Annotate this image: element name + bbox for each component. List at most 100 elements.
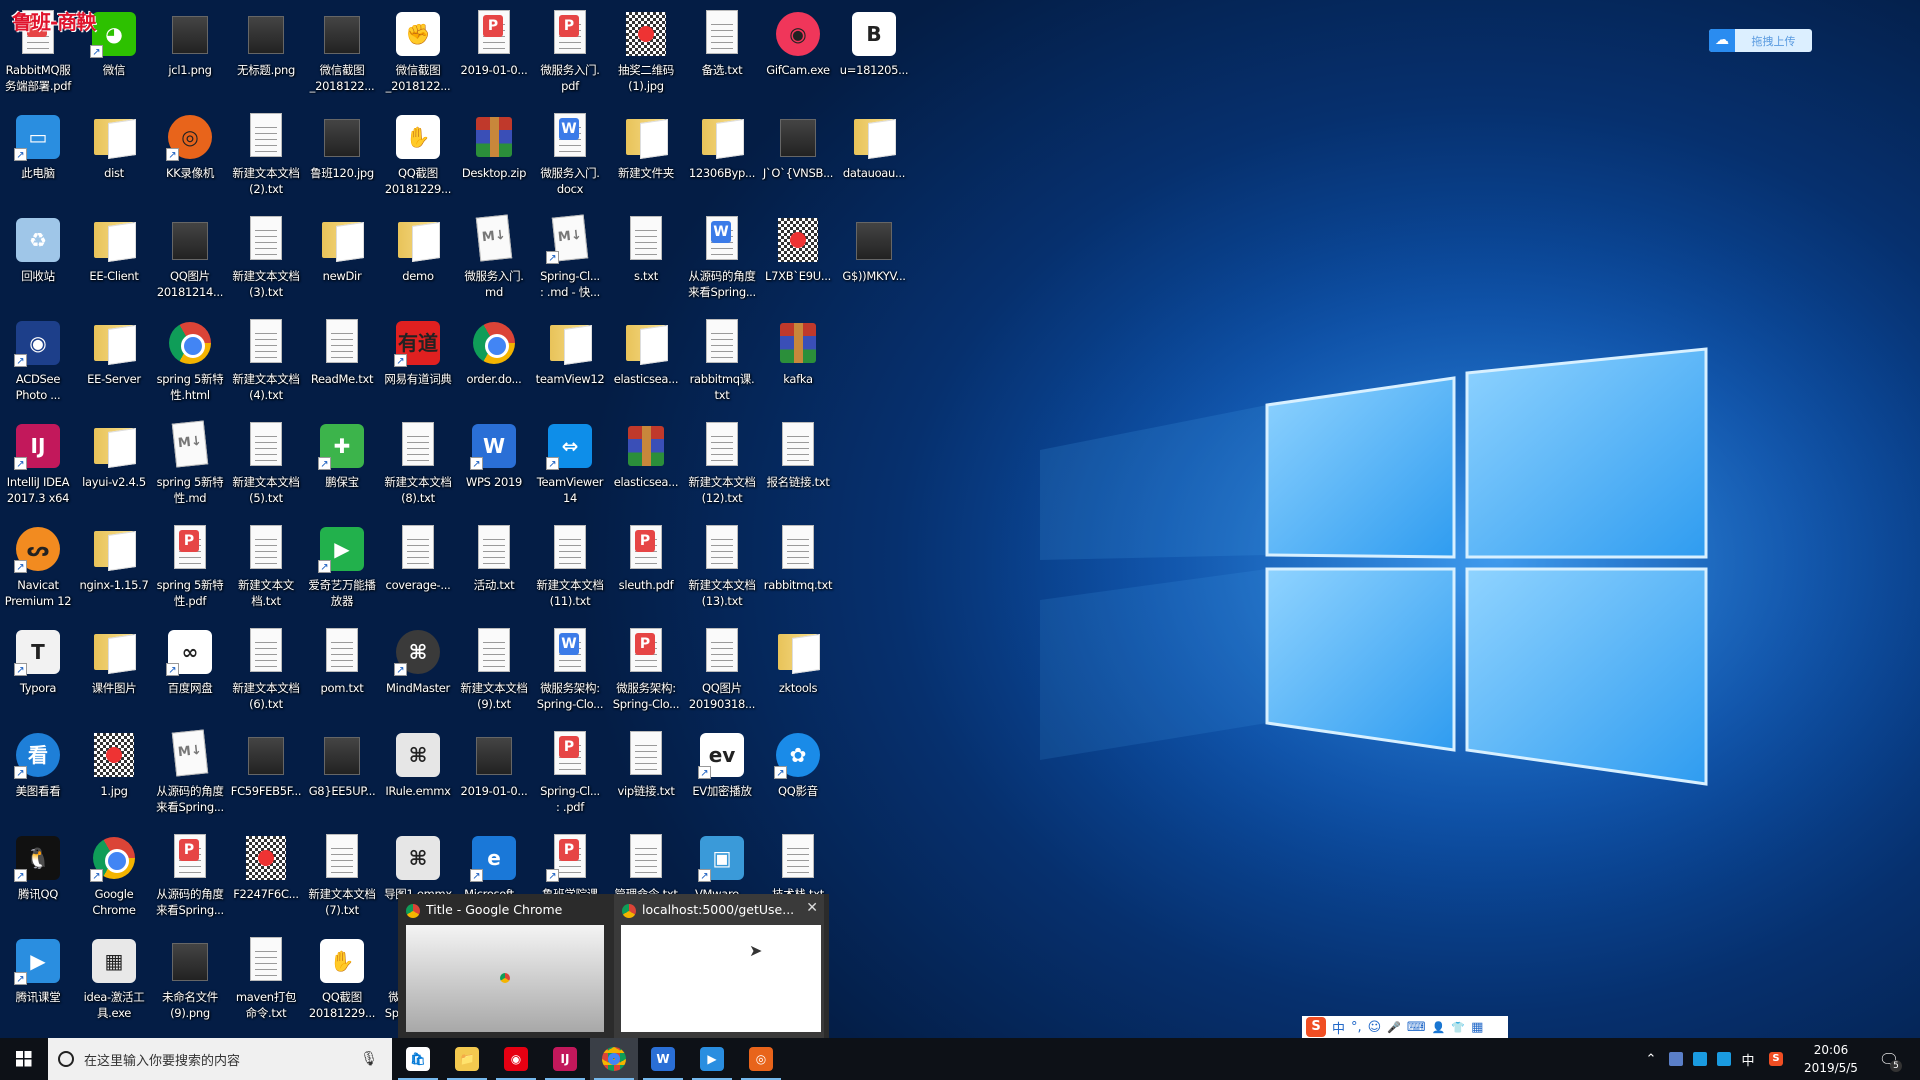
desktop-icon[interactable]: vip链接.txt xyxy=(608,723,684,823)
desktop-icon[interactable]: coverage-... xyxy=(380,517,456,617)
taskbar-intellij-idea-button[interactable]: IJ xyxy=(541,1038,589,1080)
desktop-icon[interactable]: 无标题.png xyxy=(228,2,304,102)
desktop-icon[interactable]: 备选.txt xyxy=(684,2,760,102)
desktop-icon[interactable]: elasticsea... xyxy=(608,414,684,514)
desktop-icon[interactable]: rabbitmq课. txt xyxy=(684,311,760,411)
desktop-icon[interactable]: M↓ 微服务入门. md xyxy=(456,208,532,308)
desktop-icon[interactable]: datauoau... xyxy=(836,105,912,205)
desktop-icon[interactable]: 新建文本文档 (5).txt xyxy=(228,414,304,514)
desktop-icon[interactable]: F2247F6C... xyxy=(228,826,304,926)
desktop-icon[interactable]: zktools xyxy=(760,620,836,720)
taskbar-kk-recorder-button[interactable]: ◎ xyxy=(737,1038,785,1080)
desktop-icon[interactable]: M↓ ↗ Spring-Cl... : .md - 快... xyxy=(532,208,608,308)
desktop-icon[interactable]: 新建文本文档 (12).txt xyxy=(684,414,760,514)
taskbar-netease-music-button[interactable]: ◉ xyxy=(492,1038,540,1080)
desktop-icon[interactable]: nginx-1.15.7 xyxy=(76,517,152,617)
desktop-icon[interactable]: dist xyxy=(76,105,152,205)
desktop-icon[interactable]: IJ ↗ IntelliJ IDEA 2017.3 x64 xyxy=(0,414,76,514)
taskbar-google-chrome-button[interactable] xyxy=(590,1038,638,1080)
desktop-icon[interactable]: teamView12 xyxy=(532,311,608,411)
desktop-icon[interactable]: elasticsea... xyxy=(608,311,684,411)
ime-punctuation-button[interactable]: °, xyxy=(1351,1020,1362,1035)
desktop-icon[interactable]: W 从源码的角度 来看Spring... xyxy=(684,208,760,308)
desktop-icon[interactable]: ◎ ↗ KK录像机 xyxy=(152,105,228,205)
desktop-icon[interactable]: 新建文本文档 (3).txt xyxy=(228,208,304,308)
tray-app-icon[interactable] xyxy=(1665,1038,1687,1080)
desktop-icon[interactable]: Pspring 5新特 性.pdf xyxy=(152,517,228,617)
desktop-icon[interactable]: kafka xyxy=(760,311,836,411)
desktop-icon[interactable]: ⇔ ↗ TeamViewer 14 xyxy=(532,414,608,514)
desktop-icon[interactable]: 抽奖二维码 (1).jpg xyxy=(608,2,684,102)
close-preview-button[interactable]: ✕ xyxy=(806,900,818,916)
desktop-icon[interactable]: G$))MKYV... xyxy=(836,208,912,308)
desktop-icon[interactable]: 新建文本文档 (2).txt xyxy=(228,105,304,205)
desktop-icon[interactable]: 12306Byp... xyxy=(684,105,760,205)
desktop-icon[interactable]: jcl1.png xyxy=(152,2,228,102)
taskbar-search-box[interactable]: 在这里输入你要搜索的内容 🎙 xyxy=(48,1038,392,1080)
desktop-icon[interactable]: 新建文件夹 xyxy=(608,105,684,205)
sogou-logo-icon[interactable]: S xyxy=(1306,1017,1326,1037)
desktop-icon[interactable]: W 微服务入门. docx xyxy=(532,105,608,205)
desktop-icon[interactable]: ᔕ ↗ Navicat Premium 12 xyxy=(0,517,76,617)
desktop-icon[interactable]: W ↗ WPS 2019 xyxy=(456,414,532,514)
desktop-icon[interactable]: ▶ ↗ 爱奇艺万能播 放器 xyxy=(304,517,380,617)
desktop-icon[interactable]: 1.jpg xyxy=(76,723,152,823)
desktop-icon[interactable]: G8}EE5UP... xyxy=(304,723,380,823)
desktop-icon[interactable]: T ↗ Typora xyxy=(0,620,76,720)
desktop-icon[interactable]: spring 5新特 性.html xyxy=(152,311,228,411)
desktop-icon[interactable]: QQ图片 20190318... xyxy=(684,620,760,720)
ime-emoji-button[interactable]: ☺ xyxy=(1368,1020,1382,1035)
desktop-icon[interactable]: demo xyxy=(380,208,456,308)
desktop-icon[interactable]: ▶ ↗ 腾讯课堂 xyxy=(0,929,76,1029)
desktop-icon[interactable]: ✋ QQ截图 20181229... xyxy=(304,929,380,1029)
desktop-icon[interactable]: maven打包 命令.txt xyxy=(228,929,304,1029)
show-hidden-icons-button[interactable]: ⌃ xyxy=(1640,1038,1662,1080)
desktop-icon[interactable]: 有道 ↗ 网易有道词典 xyxy=(380,311,456,411)
desktop-icon[interactable]: ♻ 回收站 xyxy=(0,208,76,308)
desktop-icon[interactable]: 新建文本文档 (9).txt xyxy=(456,620,532,720)
desktop-icon[interactable]: J`O`{VNSB... xyxy=(760,105,836,205)
microphone-icon[interactable]: 🎙 xyxy=(360,1051,378,1067)
preview-window-2[interactable]: localhost:5000/getUse... ✕ ➤ xyxy=(614,894,824,1038)
desktop-icon[interactable]: newDir xyxy=(304,208,380,308)
desktop-icon[interactable]: ✊ 微信截图 _2018122... xyxy=(380,2,456,102)
desktop-icon[interactable]: P 2019-01-0... xyxy=(456,2,532,102)
clock[interactable]: 20:06 2019/5/5 xyxy=(1795,1041,1867,1077)
desktop-icon[interactable]: s.txt xyxy=(608,208,684,308)
desktop-icon[interactable]: P 微服务入门. pdf xyxy=(532,2,608,102)
desktop-icon[interactable]: ◉ GifCam.exe xyxy=(760,2,836,102)
desktop-icon[interactable]: 新建文本文档 (4).txt xyxy=(228,311,304,411)
ime-skin-button[interactable]: 👕 xyxy=(1451,1021,1465,1034)
desktop-icon[interactable]: L7XB`E9U... xyxy=(760,208,836,308)
taskbar-tencent-classroom-button[interactable]: ▶ xyxy=(688,1038,736,1080)
action-center-button[interactable]: 🗨 5 xyxy=(1876,1038,1902,1080)
ime-toolbox-button[interactable]: ▦ xyxy=(1471,1020,1483,1035)
desktop-icon[interactable]: ▦ idea-激活工 具.exe xyxy=(76,929,152,1029)
desktop-icon[interactable]: 新建文本文档 (8).txt xyxy=(380,414,456,514)
preview-window-1[interactable]: Title - Google Chrome xyxy=(398,894,608,1038)
ime-mode-button[interactable]: 中 xyxy=(1332,1018,1345,1037)
desktop-icon[interactable]: M↓ 从源码的角度 来看Spring... xyxy=(152,723,228,823)
desktop-icon[interactable]: 新建文本文 档.txt xyxy=(228,517,304,617)
desktop-icon[interactable]: 新建文本文档 (11).txt xyxy=(532,517,608,617)
taskbar-microsoft-store-button[interactable]: 🛍 xyxy=(394,1038,442,1080)
desktop-icon[interactable]: 2019-01-0... xyxy=(456,723,532,823)
desktop-icon[interactable]: Desktop.zip xyxy=(456,105,532,205)
desktop-icon[interactable]: 看 ↗ 美图看看 xyxy=(0,723,76,823)
taskbar-file-explorer-button[interactable]: 📁 xyxy=(443,1038,491,1080)
desktop-icon[interactable]: P Spring-Cl... : .pdf xyxy=(532,723,608,823)
taskbar-wps-button[interactable]: W xyxy=(639,1038,687,1080)
desktop-icon[interactable]: 新建文本文档 (13).txt xyxy=(684,517,760,617)
desktop-icon[interactable]: ev ↗ EV加密播放 xyxy=(684,723,760,823)
desktop-icon[interactable]: M↓ spring 5新特 性.md xyxy=(152,414,228,514)
tray-sync-icon[interactable] xyxy=(1689,1038,1711,1080)
desktop-icon[interactable]: ⌘ IRule.emmx xyxy=(380,723,456,823)
desktop-icon[interactable]: layui-v2.4.5 xyxy=(76,414,152,514)
desktop-icon[interactable]: ✿ ↗ QQ影音 xyxy=(760,723,836,823)
desktop-icon[interactable]: 鲁班120.jpg xyxy=(304,105,380,205)
desktop-icon[interactable]: rabbitmq.txt xyxy=(760,517,836,617)
tray-sync-icon[interactable] xyxy=(1713,1038,1735,1080)
desktop-icon[interactable]: 微信截图 _2018122... xyxy=(304,2,380,102)
desktop-icon[interactable]: ∞ ↗ 百度网盘 xyxy=(152,620,228,720)
desktop-icon[interactable]: EE-Client xyxy=(76,208,152,308)
